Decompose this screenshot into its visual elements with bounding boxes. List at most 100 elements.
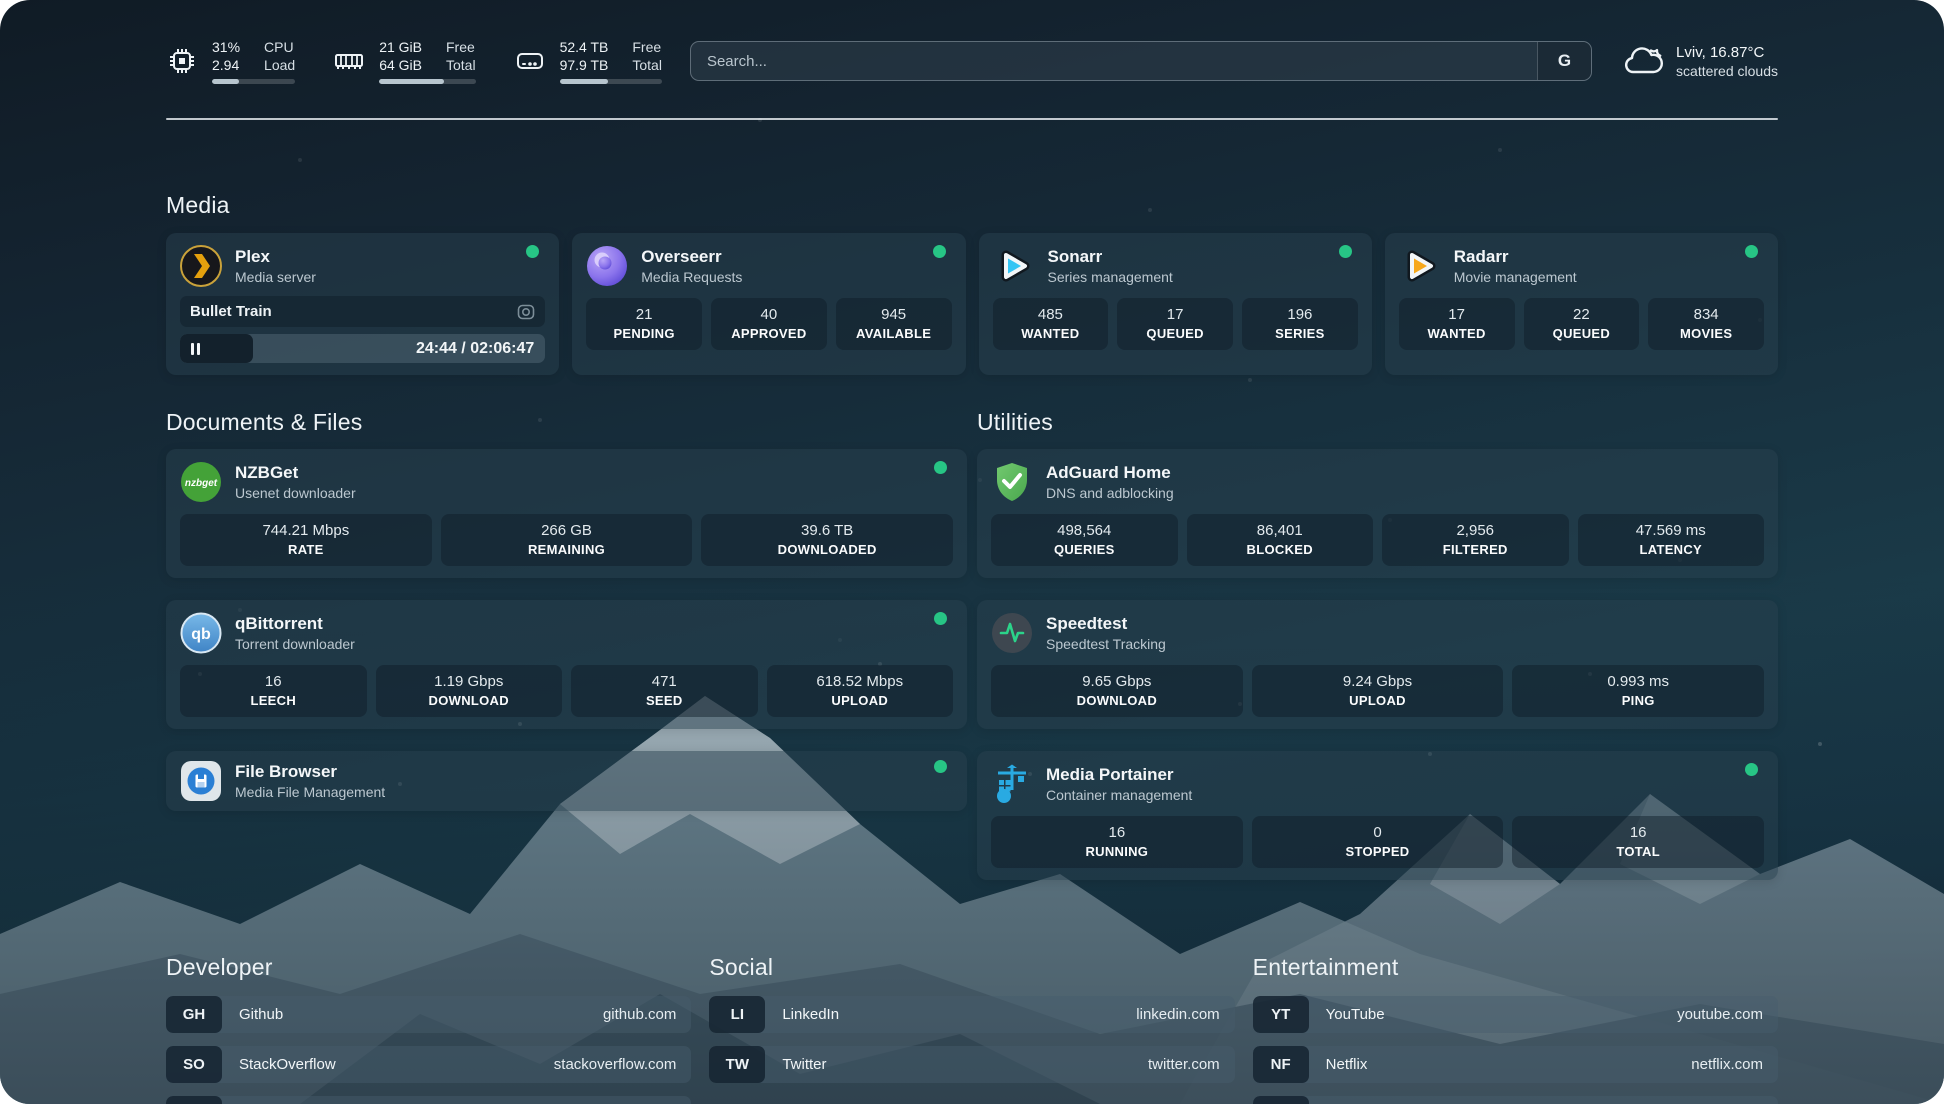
app-description: Series management <box>1048 268 1326 286</box>
link-tag: TW <box>709 1046 765 1083</box>
link-url: github.com <box>603 1006 676 1023</box>
stat-tile-approved: 40APPROVED <box>711 298 827 350</box>
dashboard: 31%2.94 CPULoad <box>0 0 1944 1104</box>
speedtest-icon <box>991 612 1033 654</box>
overseerr-card[interactable]: Overseerr Media Requests 21PENDING 40APP… <box>572 233 965 375</box>
portainer-card[interactable]: Media Portainer Container management 16R… <box>977 751 1778 880</box>
stat-tile-queries: 498,564QUERIES <box>991 514 1178 566</box>
speedtest-card[interactable]: Speedtest Speedtest Tracking 9.65 GbpsDO… <box>977 600 1778 729</box>
link-url: linkedin.com <box>1136 1006 1219 1023</box>
cpu-label-2: Load <box>264 57 295 74</box>
link-label: Netflix <box>1326 1056 1692 1073</box>
link-twitter[interactable]: TW Twitter twitter.com <box>709 1046 1234 1083</box>
link-url: stackoverflow.com <box>554 1056 677 1073</box>
now-playing-row: Bullet Train <box>180 296 545 327</box>
stat-tile-stopped: 0STOPPED <box>1252 816 1504 868</box>
cpu-usage: 31% <box>212 39 240 56</box>
qbittorrent-icon: qb <box>180 612 222 654</box>
disk-free: 52.4 TB <box>560 39 609 56</box>
link-label: YouTube <box>1326 1006 1677 1023</box>
status-online-dot <box>1745 245 1758 258</box>
media-type-icon <box>517 303 535 321</box>
memory-total: 64 GiB <box>379 57 422 74</box>
qbittorrent-card[interactable]: qb qBittorrent Torrent downloader 16LEEC… <box>166 600 967 729</box>
stat-tile-blocked: 86,401BLOCKED <box>1187 514 1374 566</box>
stat-tile-leech: 16LEECH <box>180 665 367 717</box>
portainer-icon <box>991 763 1033 805</box>
app-description: Container management <box>1046 786 1732 804</box>
nzbget-card[interactable]: nzbget NZBGet Usenet downloader 744.21 M… <box>166 449 967 578</box>
sonarr-card[interactable]: Sonarr Series management 485WANTED 17QUE… <box>979 233 1372 375</box>
app-description: Torrent downloader <box>235 635 921 653</box>
link-tag: GH <box>166 996 222 1033</box>
now-playing-title: Bullet Train <box>190 303 507 320</box>
playback-progress-bar: 24:44 / 02:06:47 <box>180 334 545 363</box>
google-search-button[interactable]: G <box>1537 42 1591 80</box>
status-online-dot <box>934 461 947 474</box>
cpu-label-1: CPU <box>264 39 295 56</box>
radarr-icon <box>1399 245 1441 287</box>
app-name: Media Portainer <box>1046 764 1732 785</box>
entertainment-links-section: Entertainment YT YouTube youtube.com NF … <box>1253 954 1778 1104</box>
svg-text:qb: qb <box>191 626 211 643</box>
app-name: Plex <box>235 246 513 267</box>
filebrowser-icon <box>180 760 222 802</box>
plex-card[interactable]: Plex Media server Bullet Train <box>166 233 559 375</box>
search-input[interactable] <box>691 42 1537 80</box>
stat-tile-filtered: 2,956FILTERED <box>1382 514 1569 566</box>
link-dev[interactable]: DT DEV dev.to <box>166 1096 691 1104</box>
section-title-social: Social <box>709 954 1234 981</box>
link-tag: LI <box>709 996 765 1033</box>
sonarr-icon <box>993 245 1035 287</box>
cpu-icon <box>166 45 198 77</box>
link-stackoverflow[interactable]: SO StackOverflow stackoverflow.com <box>166 1046 691 1083</box>
stat-tile-latency: 47.569 msLATENCY <box>1578 514 1765 566</box>
top-bar: 31%2.94 CPULoad <box>166 0 1778 88</box>
section-title-documents: Documents & Files <box>166 409 967 436</box>
link-youtube[interactable]: YT YouTube youtube.com <box>1253 996 1778 1033</box>
app-name: Overseerr <box>641 246 919 267</box>
stat-tile-upload: 618.52 MbpsUPLOAD <box>767 665 954 717</box>
stat-tile-series: 196SERIES <box>1242 298 1358 350</box>
link-url: netflix.com <box>1691 1056 1763 1073</box>
link-tag: DT <box>166 1096 222 1104</box>
stat-tile-running: 16RUNNING <box>991 816 1243 868</box>
app-description: Usenet downloader <box>235 484 921 502</box>
app-description: Media Requests <box>641 268 919 286</box>
stat-tile-ping: 0.993 msPING <box>1512 665 1764 717</box>
stat-tile-pending: 21PENDING <box>586 298 702 350</box>
stat-tile-download: 1.19 GbpsDOWNLOAD <box>376 665 563 717</box>
app-name: NZBGet <box>235 462 921 483</box>
pause-button[interactable] <box>191 343 200 355</box>
disk-icon <box>514 45 546 77</box>
filebrowser-card[interactable]: File Browser Media File Management <box>166 751 967 811</box>
disk-progress-bar <box>560 79 662 84</box>
link-label: Github <box>239 1006 603 1023</box>
memory-progress-bar <box>379 79 475 84</box>
status-online-dot <box>933 245 946 258</box>
link-github[interactable]: GH Github github.com <box>166 996 691 1033</box>
radarr-card[interactable]: Radarr Movie management 17WANTED 22QUEUE… <box>1385 233 1778 375</box>
cpu-progress-bar <box>212 79 295 84</box>
adguard-card[interactable]: AdGuard Home DNS and adblocking 498,564Q… <box>977 449 1778 578</box>
cpu-stat: 31%2.94 CPULoad <box>166 39 295 84</box>
disk-total: 97.9 TB <box>560 57 609 74</box>
memory-free: 21 GiB <box>379 39 422 56</box>
utilities-column: AdGuard Home DNS and adblocking 498,564Q… <box>977 449 1778 880</box>
link-tag: SO <box>166 1046 222 1083</box>
app-description: Movie management <box>1454 268 1732 286</box>
app-name: Sonarr <box>1048 246 1326 267</box>
status-online-dot <box>934 612 947 625</box>
link-netflix[interactable]: NF Netflix netflix.com <box>1253 1046 1778 1083</box>
stat-tile-seed: 471SEED <box>571 665 758 717</box>
adguard-icon <box>991 461 1033 503</box>
link-reddit[interactable]: RE Reddit reddit.com <box>1253 1096 1778 1104</box>
link-linkedin[interactable]: LI LinkedIn linkedin.com <box>709 996 1234 1033</box>
link-tag: NF <box>1253 1046 1309 1083</box>
app-name: qBittorrent <box>235 613 921 634</box>
overseerr-icon <box>586 245 628 287</box>
plex-icon <box>180 245 222 287</box>
weather-condition: scattered clouds <box>1676 63 1778 79</box>
social-links-section: Social LI LinkedIn linkedin.com TW Twitt… <box>709 954 1234 1104</box>
app-description: Media File Management <box>235 783 921 801</box>
